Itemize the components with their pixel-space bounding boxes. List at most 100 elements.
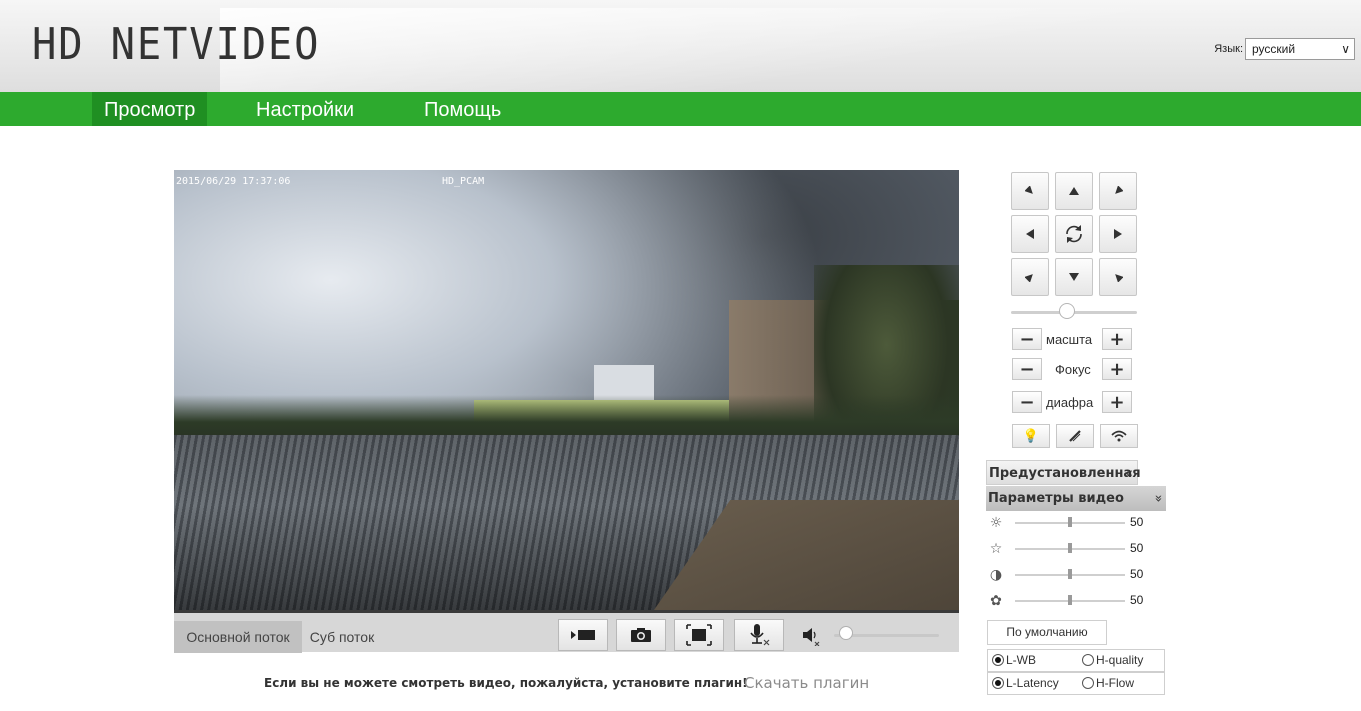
ptz-up-right-button[interactable] xyxy=(1099,172,1137,210)
language-label: Язык: xyxy=(1214,43,1243,55)
radio-label: L-Latency xyxy=(1006,676,1059,690)
brightness-value: 50 xyxy=(1130,515,1144,529)
video-params-label: Параметры видео xyxy=(988,491,1124,506)
tab-sub-stream[interactable]: Суб поток xyxy=(302,621,382,653)
zoom-label: масшта xyxy=(1046,332,1093,347)
radio-l-latency[interactable]: L-Latency xyxy=(992,676,1059,690)
arrow-down-left-icon xyxy=(1025,274,1033,282)
radio-l-wb[interactable]: L-WB xyxy=(992,653,1036,667)
arrow-up-left-icon xyxy=(1025,186,1033,194)
arrow-down-right-icon xyxy=(1115,274,1123,282)
radio-label: H-Flow xyxy=(1096,676,1134,690)
radio-dot xyxy=(1082,677,1094,689)
header: HD NETVIDEO Язык: русский ∨ xyxy=(0,0,1361,92)
language-select[interactable]: русский ∨ xyxy=(1245,38,1355,60)
nav-item-settings[interactable]: Настройки xyxy=(244,92,366,126)
brightness-knob[interactable] xyxy=(1068,517,1072,527)
radio-label: H-quality xyxy=(1096,653,1144,667)
nav-item-view[interactable]: Просмотр xyxy=(92,92,208,126)
zoom-in-button[interactable]: + xyxy=(1102,328,1132,350)
zoom-out-button[interactable]: − xyxy=(1012,328,1042,350)
radio-dot xyxy=(992,677,1004,689)
default-button[interactable]: По умолчанию xyxy=(987,620,1107,645)
iris-open-button[interactable]: + xyxy=(1102,391,1132,413)
logo: HD NETVIDEO xyxy=(32,19,321,70)
minus-icon: − xyxy=(1019,328,1035,350)
microphone-button[interactable] xyxy=(734,619,784,651)
presets-header[interactable]: Предустановленная « xyxy=(986,460,1141,485)
radio-h-quality[interactable]: H-quality xyxy=(1082,653,1143,667)
radio-dot xyxy=(992,654,1004,666)
hue-knob[interactable] xyxy=(1068,595,1072,605)
arrow-up-right-icon xyxy=(1115,186,1123,194)
language-value: русский xyxy=(1252,42,1296,56)
contrast-knob[interactable] xyxy=(1068,569,1072,579)
volume-slider-knob[interactable] xyxy=(839,626,853,640)
iris-close-button[interactable]: − xyxy=(1012,391,1042,413)
radio-dot xyxy=(1082,654,1094,666)
focus-in-button[interactable]: + xyxy=(1102,358,1132,380)
language-selector: Язык: русский ∨ xyxy=(1214,38,1355,60)
plus-icon: + xyxy=(1109,391,1125,413)
wb-quality-options: L-WB H-quality xyxy=(987,649,1165,672)
ptz-down-left-button[interactable] xyxy=(1011,258,1049,296)
radio-h-flow[interactable]: H-Flow xyxy=(1082,676,1134,690)
chevron-down-icon: ∨ xyxy=(1341,42,1350,56)
osd-camera-name: HD_PCAM xyxy=(442,176,485,187)
minus-icon: − xyxy=(1019,358,1035,380)
plus-icon: + xyxy=(1109,328,1125,350)
ptz-up-left-button[interactable] xyxy=(1011,172,1049,210)
saturation-value: 50 xyxy=(1130,541,1144,555)
fullscreen-icon xyxy=(686,624,712,646)
record-button[interactable] xyxy=(558,619,608,651)
plugin-message: Если вы не можете смотреть видео, пожалу… xyxy=(264,676,748,690)
contrast-value: 50 xyxy=(1130,567,1144,581)
video-params-header[interactable]: Параметры видео » xyxy=(986,486,1166,511)
arrow-left-icon xyxy=(1026,229,1034,239)
contrast-icon: ◑ xyxy=(989,567,1003,583)
snapshot-icon xyxy=(631,628,651,642)
microphone-muted-icon xyxy=(750,624,770,646)
video-toolbar: Основной поток Суб поток xyxy=(174,610,959,653)
wiper-icon xyxy=(1069,430,1081,442)
nav-item-help[interactable]: Помощь xyxy=(412,92,513,126)
download-plugin-link[interactable]: Скачать плагин xyxy=(744,674,869,692)
hue-icon: ✿ xyxy=(990,593,1002,609)
header-swoosh xyxy=(220,8,1361,92)
record-icon xyxy=(571,630,595,640)
ir-button[interactable] xyxy=(1100,424,1138,448)
latency-flow-options: L-Latency H-Flow xyxy=(987,672,1165,695)
refresh-icon xyxy=(1066,225,1082,243)
ptz-center-button[interactable] xyxy=(1055,215,1093,253)
ptz-down-right-button[interactable] xyxy=(1099,258,1137,296)
expand-icon: » xyxy=(1150,494,1166,503)
main-nav: Просмотр Настройки Помощь xyxy=(0,92,1361,126)
ptz-speed-knob[interactable] xyxy=(1059,303,1075,319)
focus-label: Фокус xyxy=(1055,362,1091,377)
saturation-icon: ☆ xyxy=(989,541,1003,557)
ptz-down-button[interactable] xyxy=(1055,258,1093,296)
saturation-knob[interactable] xyxy=(1068,543,1072,553)
arrow-right-icon xyxy=(1114,229,1122,239)
ptz-up-button[interactable] xyxy=(1055,172,1093,210)
tab-main-stream[interactable]: Основной поток xyxy=(174,621,302,653)
ptz-right-button[interactable] xyxy=(1099,215,1137,253)
brightness-icon: ☼ xyxy=(989,515,1003,531)
osd-datetime: 2015/06/29 17:37:06 xyxy=(176,176,291,187)
wiper-button[interactable] xyxy=(1056,424,1094,448)
fullscreen-button[interactable] xyxy=(674,619,724,651)
hue-value: 50 xyxy=(1130,593,1144,607)
arrow-down-icon xyxy=(1069,273,1079,281)
minus-icon: − xyxy=(1019,391,1035,413)
presets-label: Предустановленная xyxy=(989,466,1141,481)
video-treeline xyxy=(174,395,959,440)
iris-label: диафра xyxy=(1046,395,1094,410)
video-view[interactable]: 2015/06/29 17:37:06 HD_PCAM xyxy=(174,170,959,610)
speaker-muted-icon xyxy=(803,628,820,646)
light-bulb-icon: 💡 xyxy=(1022,428,1040,444)
light-button[interactable]: 💡 xyxy=(1012,424,1050,448)
speaker-button[interactable] xyxy=(792,619,832,651)
ptz-left-button[interactable] xyxy=(1011,215,1049,253)
focus-out-button[interactable]: − xyxy=(1012,358,1042,380)
snapshot-button[interactable] xyxy=(616,619,666,651)
